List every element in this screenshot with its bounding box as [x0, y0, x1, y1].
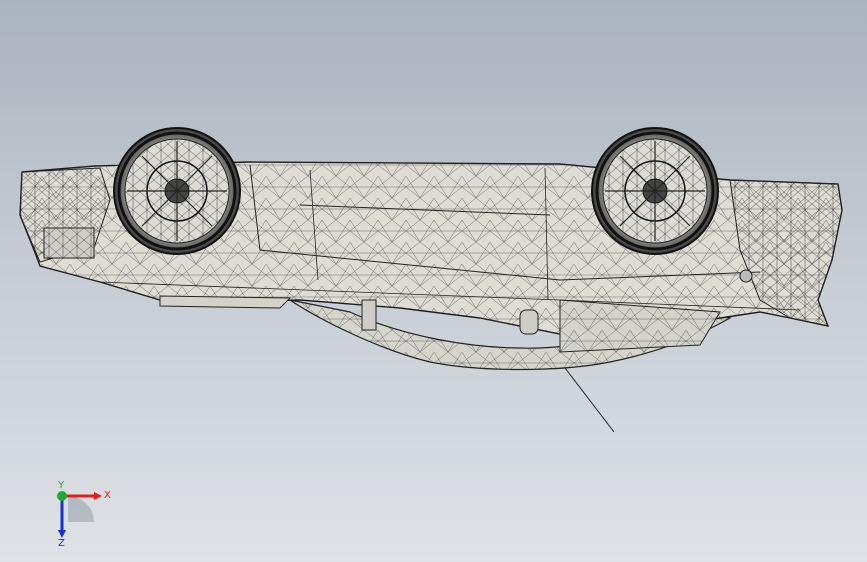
graphics-viewport[interactable]: X Y Z: [0, 0, 867, 562]
coordinate-triad: X Y Z: [40, 478, 120, 549]
side-mirror: [361, 299, 377, 331]
car-model[interactable]: [0, 0, 867, 562]
front-wheel: [591, 127, 719, 255]
triad-z-label: Z: [58, 538, 65, 548]
emblem: [739, 269, 753, 283]
triad-y-axis: [57, 491, 67, 501]
rear-wheel: [113, 127, 241, 255]
triad-y-label: Y: [57, 480, 65, 491]
antenna: [564, 367, 615, 433]
triad-x-label: X: [104, 490, 111, 501]
